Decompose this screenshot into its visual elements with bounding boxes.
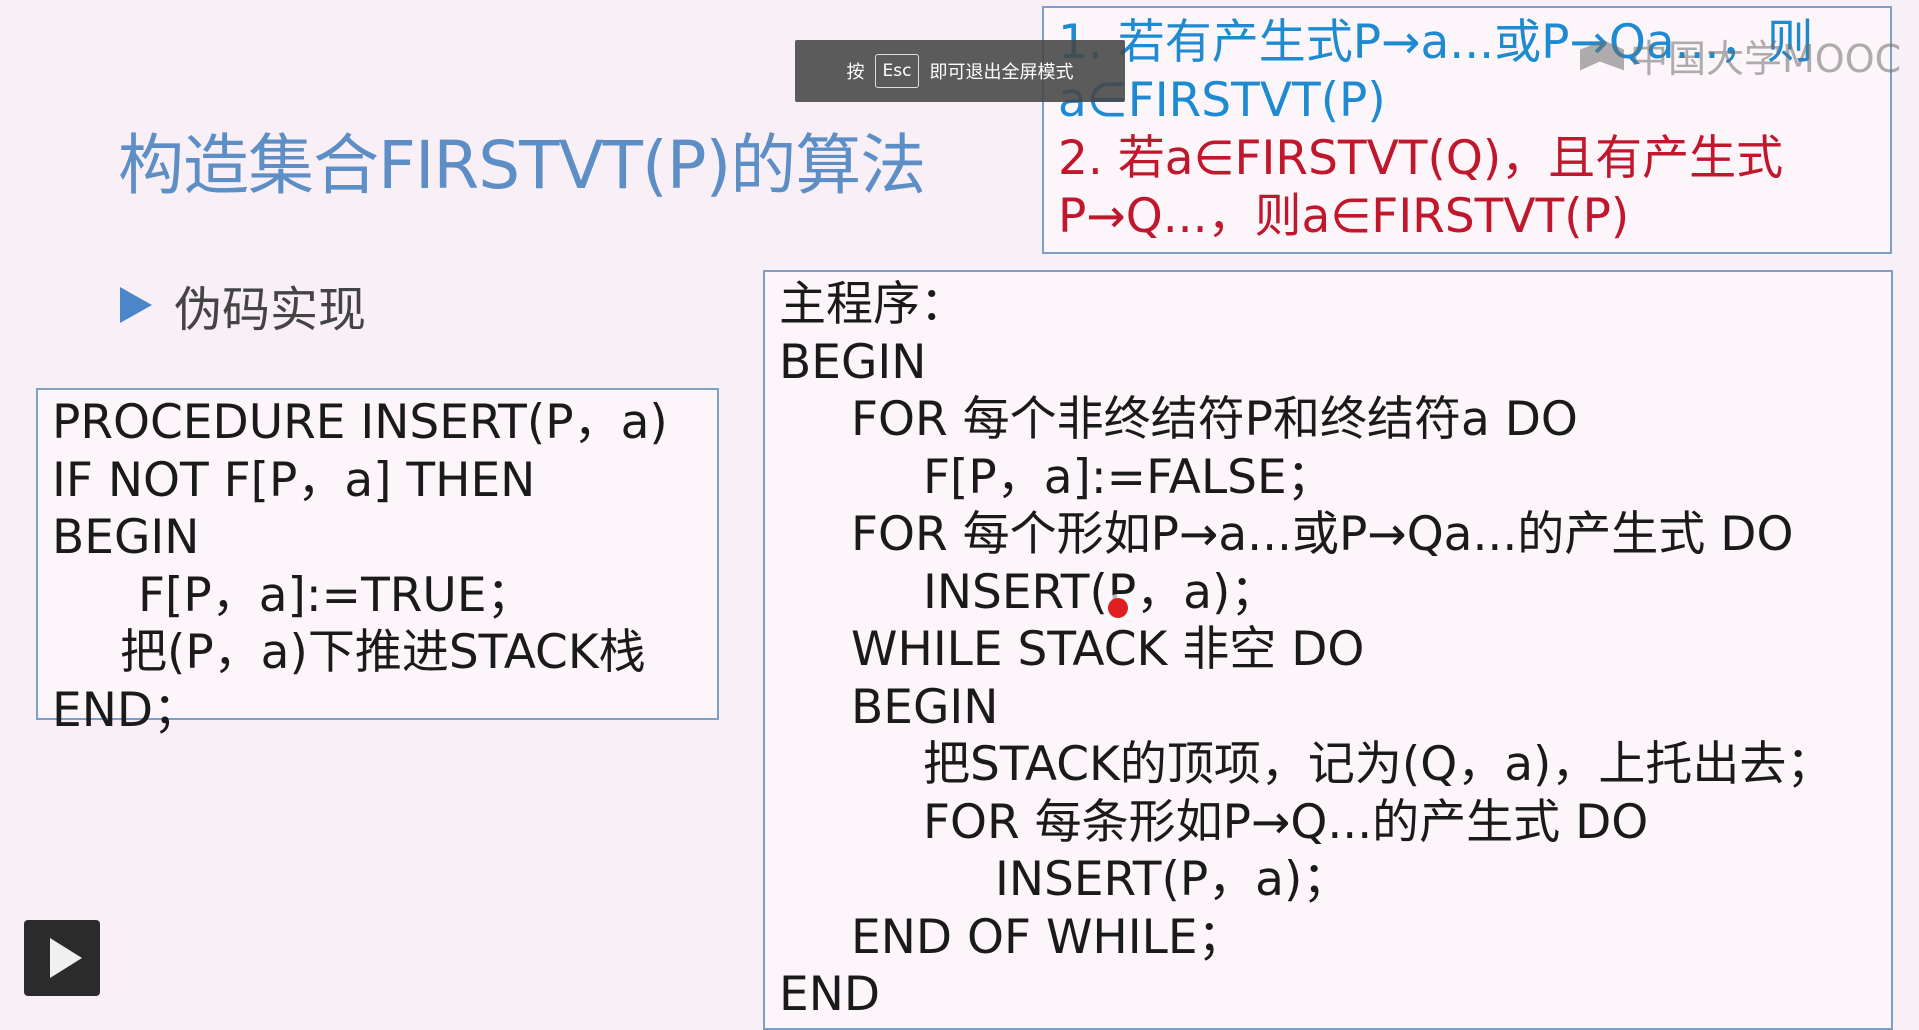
main-line-1: 主程序： xyxy=(779,277,967,332)
rule-line-3: 2. 若a∈FIRSTVT(Q)，且有产生式 xyxy=(1058,131,1784,186)
main-line-8: BEGIN xyxy=(851,679,999,735)
insert-line-6: END； xyxy=(52,682,201,738)
insert-procedure-box: PROCEDURE INSERT(P，a) IF NOT F[P，a] THEN… xyxy=(36,388,719,738)
esc-key-badge: Esc xyxy=(874,54,920,88)
insert-line-4: F[P，a]:=TRUE； xyxy=(138,567,534,623)
insert-line-2: IF NOT F[P，a] THEN xyxy=(52,452,536,508)
rule-line-4: P→Q...，则a∈FIRSTVT(P) xyxy=(1058,189,1630,244)
play-button[interactable] xyxy=(24,920,100,996)
main-line-10: FOR 每条形如P→Q...的产生式 DO xyxy=(923,794,1649,850)
subtitle: 伪码实现 xyxy=(120,270,366,340)
main-line-7: WHILE STACK 非空 DO xyxy=(851,622,1365,677)
insert-line-3: BEGIN xyxy=(52,510,200,565)
main-line-5: FOR 每个形如P→a...或P→Qa...的产生式 DO xyxy=(851,507,1794,562)
slide-title: 构造集合FIRSTVT(P)的算法 xyxy=(118,127,926,204)
play-icon xyxy=(50,938,82,978)
main-line-6: INSERT(P，a)； xyxy=(923,564,1278,620)
main-program-box: 主程序： BEGIN FOR 每个非终结符P和终结符a DO F[P，a]:=F… xyxy=(763,270,1893,1030)
triangle-bullet-icon xyxy=(120,287,152,323)
main-line-12: END OF WHILE； xyxy=(851,909,1245,965)
insert-line-1: PROCEDURE INSERT(P，a) xyxy=(52,395,668,450)
hint-suffix: 即可退出全屏模式 xyxy=(929,62,1074,83)
main-line-13: END xyxy=(779,967,881,1022)
pointer-cursor xyxy=(1108,598,1128,618)
main-line-9: 把STACK的顶项，记为(Q，a)，上托出去； xyxy=(923,737,1834,792)
insert-line-5: 把(P，a)下推进STACK栈 xyxy=(120,625,646,680)
main-line-2: BEGIN xyxy=(779,334,927,390)
fullscreen-exit-hint: 按 Esc 即可退出全屏模式 xyxy=(795,40,1125,102)
main-line-4: F[P，a]:=FALSE； xyxy=(923,449,1334,505)
watermark-text: 中国大学MOOC xyxy=(1630,37,1902,81)
main-line-11: INSERT(P，a)； xyxy=(995,852,1350,907)
mooc-logo-icon xyxy=(1580,40,1624,71)
hint-prefix: 按 xyxy=(846,62,865,83)
mooc-watermark: 中国大学MOOC xyxy=(1580,28,1901,83)
subtitle-text: 伪码实现 xyxy=(174,282,367,338)
main-line-3: FOR 每个非终结符P和终结符a DO xyxy=(851,392,1578,447)
